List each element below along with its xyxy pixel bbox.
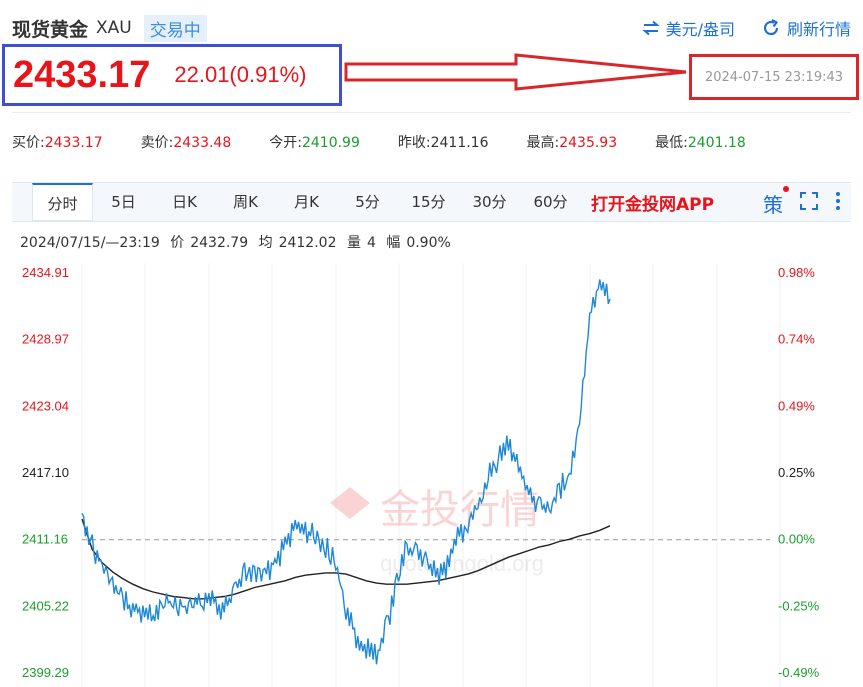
tab-monthly-k[interactable]: 月K bbox=[276, 183, 337, 221]
chart-grid bbox=[81, 263, 781, 687]
info-price-label: 价 bbox=[170, 235, 185, 251]
open-app-link[interactable]: 打开金投网APP bbox=[591, 190, 714, 215]
y-axis-left: 2434.91 2428.97 2423.04 2417.10 2411.16 2405.… bbox=[22, 265, 69, 680]
quote-bid: 买价:2433.17 bbox=[12, 135, 103, 151]
tab-5min[interactable]: 5分 bbox=[337, 183, 398, 221]
intraday-chart[interactable]: 金投行情 quote.cngold.org 2434.91 2428.97 2423… bbox=[0, 255, 863, 687]
period-tabs: 分时 5日 日K 周K 月K 5分 15分 30分 60分 打开金投网APP 策 bbox=[12, 182, 851, 222]
last-price: 2433.17 bbox=[13, 53, 151, 96]
timestamp-box: 2024-07-15 23:19:43 bbox=[689, 54, 859, 100]
tab-60min[interactable]: 60分 bbox=[520, 183, 581, 221]
info-time: 2024/07/15/—23:19 bbox=[20, 235, 160, 251]
strategy-button[interactable]: 策 bbox=[763, 186, 789, 218]
quote-summary: 买价:2433.17 卖价:2433.48 今开:2410.99 昨收:2411… bbox=[12, 132, 851, 152]
tab-daily-k[interactable]: 日K bbox=[154, 183, 215, 221]
trading-status-badge: 交易中 bbox=[143, 14, 207, 42]
currency-label: 美元/盎司 bbox=[665, 20, 735, 39]
instrument-code: XAU bbox=[96, 18, 132, 38]
y-tick-label-left: 2411.16 bbox=[22, 532, 68, 547]
quote-high: 最高:2435.93 bbox=[526, 135, 618, 151]
y-tick-label-right: 0.98% bbox=[778, 265, 815, 280]
y-tick-label-left: 2399.29 bbox=[22, 665, 69, 680]
info-avg: 2412.02 bbox=[278, 235, 337, 251]
info-vol-label: 量 bbox=[346, 235, 361, 251]
tab-15min[interactable]: 15分 bbox=[398, 183, 459, 221]
y-tick-label-right: -0.25% bbox=[778, 598, 820, 613]
watermark: 金投行情 quote.cngold.org bbox=[330, 487, 544, 576]
quote-timestamp: 2024-07-15 23:19:43 bbox=[704, 69, 844, 85]
tab-30min[interactable]: 30分 bbox=[459, 183, 520, 221]
annotation-arrow bbox=[344, 53, 687, 91]
y-tick-label-left: 2405.22 bbox=[22, 598, 69, 613]
quote-open: 今开:2410.99 bbox=[269, 135, 360, 151]
instrument-header: 现货黄金 XAU 交易中 bbox=[12, 14, 207, 42]
refresh-label: 刷新行情 bbox=[786, 20, 851, 39]
info-price: 2432.79 bbox=[190, 235, 249, 251]
instrument-title: 现货黄金 bbox=[12, 18, 89, 41]
fullscreen-button[interactable] bbox=[799, 191, 819, 216]
notification-dot bbox=[783, 186, 789, 192]
y-tick-label-right: 0.00% bbox=[778, 532, 815, 547]
fullscreen-icon bbox=[800, 192, 818, 210]
y-tick-label-left: 2417.10 bbox=[22, 465, 69, 480]
currency-switch-button[interactable]: 美元/盎司 bbox=[641, 16, 735, 40]
watermark-name: 金投行情 bbox=[380, 487, 540, 533]
y-tick-label-left: 2434.91 bbox=[22, 265, 69, 280]
y-tick-label-right: 0.74% bbox=[778, 332, 815, 347]
swap-icon bbox=[641, 20, 660, 36]
y-axis-right: 0.98% 0.74% 0.49% 0.25% 0.00% -0.25% -0.49% bbox=[778, 265, 820, 680]
more-vertical-icon bbox=[836, 192, 840, 210]
y-tick-label-right: 0.49% bbox=[778, 398, 815, 413]
price-highlight-box: 2433.17 22.01(0.91%) bbox=[2, 44, 342, 106]
more-menu-button[interactable] bbox=[835, 191, 841, 216]
strategy-icon: 策 bbox=[763, 193, 783, 217]
tab-intraday[interactable]: 分时 bbox=[32, 183, 93, 221]
header-divider bbox=[12, 112, 851, 113]
price-change: 22.01(0.91%) bbox=[174, 62, 307, 87]
chart-tools: 策 bbox=[747, 186, 841, 218]
tab-5day[interactable]: 5日 bbox=[93, 183, 154, 221]
y-tick-label-left: 2428.97 bbox=[22, 332, 69, 347]
crosshair-info: 2024/07/15/—23:19 价 2432.79 均 2412.02 量4 幅… bbox=[20, 232, 457, 252]
y-tick-label-left: 2423.04 bbox=[22, 398, 69, 413]
top-actions: 美元/盎司 刷新行情 bbox=[616, 16, 851, 40]
info-vol: 4 bbox=[366, 235, 376, 251]
price-line bbox=[81, 279, 611, 665]
quote-prev-close: 昨收:2411.16 bbox=[397, 135, 489, 151]
tab-weekly-k[interactable]: 周K bbox=[215, 183, 276, 221]
info-amp-label: 幅 bbox=[386, 235, 401, 251]
info-amp: 0.90% bbox=[406, 235, 451, 251]
info-avg-label: 均 bbox=[258, 235, 273, 251]
quote-ask: 卖价:2433.48 bbox=[140, 135, 232, 151]
refresh-button[interactable]: 刷新行情 bbox=[761, 16, 851, 40]
y-tick-label-right: -0.49% bbox=[778, 665, 820, 680]
refresh-icon bbox=[763, 19, 779, 36]
quote-low: 最低:2401.18 bbox=[655, 135, 746, 151]
y-tick-label-right: 0.25% bbox=[778, 465, 815, 480]
